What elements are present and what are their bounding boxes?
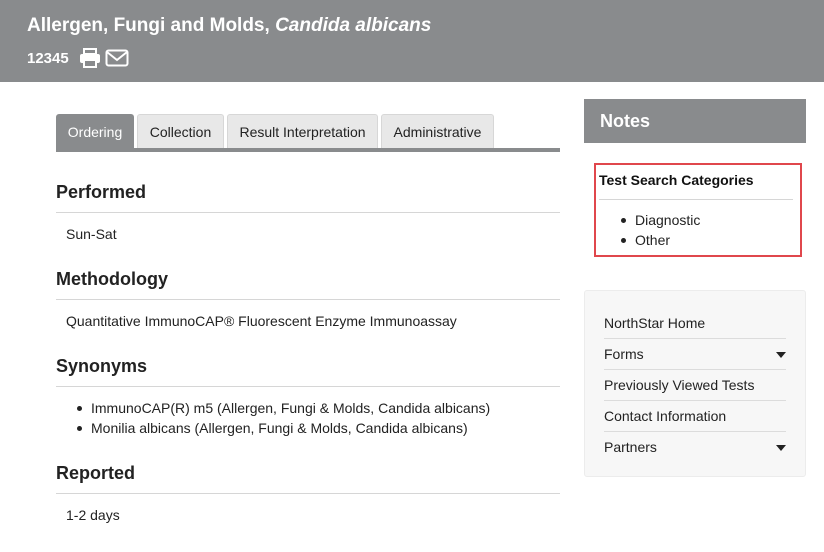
list-item: ImmunoCAP(R) m5 (Allergen, Fungi & Molds… — [76, 400, 491, 416]
nav-label: Partners — [604, 439, 657, 455]
divider — [599, 199, 793, 200]
notes-heading: Notes — [584, 99, 806, 143]
divider — [56, 493, 560, 494]
printer-icon[interactable] — [78, 47, 102, 69]
nav-label: NorthStar Home — [604, 315, 706, 331]
nav-label: Forms — [604, 346, 644, 362]
title-main: Allergen, Fungi and Molds, — [27, 15, 276, 36]
test-code: 12345 — [27, 49, 69, 67]
test-code-row: 12345 — [27, 47, 132, 69]
methodology-value: Quantitative ImmunoCAP® Fluorescent Enzy… — [66, 313, 457, 329]
performed-value: Sun-Sat — [66, 226, 117, 242]
categories-title: Test Search Categories — [599, 172, 754, 188]
reported-value: 1-2 days — [66, 507, 120, 523]
tab-administrative[interactable]: Administrative — [381, 114, 494, 148]
caret-down-icon — [776, 445, 786, 451]
caret-down-icon — [776, 352, 786, 358]
test-search-categories-box: Test Search Categories Diagnostic Other — [594, 163, 802, 257]
category-diagnostic[interactable]: Diagnostic — [620, 210, 700, 230]
envelope-icon[interactable] — [105, 47, 129, 69]
nav-contact-information[interactable]: Contact Information — [604, 400, 786, 431]
divider — [56, 212, 560, 213]
nav-label: Previously Viewed Tests — [604, 377, 755, 393]
nav-forms[interactable]: Forms — [604, 338, 786, 369]
tab-ordering[interactable]: Ordering — [56, 114, 134, 148]
tab-collection[interactable]: Collection — [137, 114, 224, 148]
page-title: Allergen, Fungi and Molds, Candida albic… — [27, 15, 431, 37]
page-header: Allergen, Fungi and Molds, Candida albic… — [0, 0, 824, 82]
nav-partners[interactable]: Partners — [604, 431, 786, 462]
tab-bar: Ordering Collection Result Interpretatio… — [56, 114, 560, 152]
divider — [56, 299, 560, 300]
methodology-heading: Methodology — [56, 269, 168, 289]
list-item: Monilia albicans (Allergen, Fungi & Mold… — [76, 418, 490, 438]
title-organism: Candida albicans — [275, 15, 432, 36]
performed-heading: Performed — [56, 182, 147, 202]
nav-label: Contact Information — [604, 408, 727, 424]
reported-heading: Reported — [56, 463, 136, 483]
tab-result-interpretation[interactable]: Result Interpretation — [227, 114, 378, 148]
categories-list: Diagnostic Other — [620, 210, 700, 250]
nav-northstar-home[interactable]: NorthStar Home — [604, 308, 786, 339]
category-other[interactable]: Other — [620, 230, 700, 250]
sidebar-nav: NorthStar Home Forms Previously Viewed T… — [584, 290, 806, 477]
synonyms-heading: Synonyms — [56, 356, 148, 376]
divider — [56, 386, 560, 387]
synonyms-list: ImmunoCAP(R) m5 (Allergen, Fungi & Molds… — [76, 398, 491, 438]
nav-previously-viewed-tests[interactable]: Previously Viewed Tests — [604, 369, 786, 400]
